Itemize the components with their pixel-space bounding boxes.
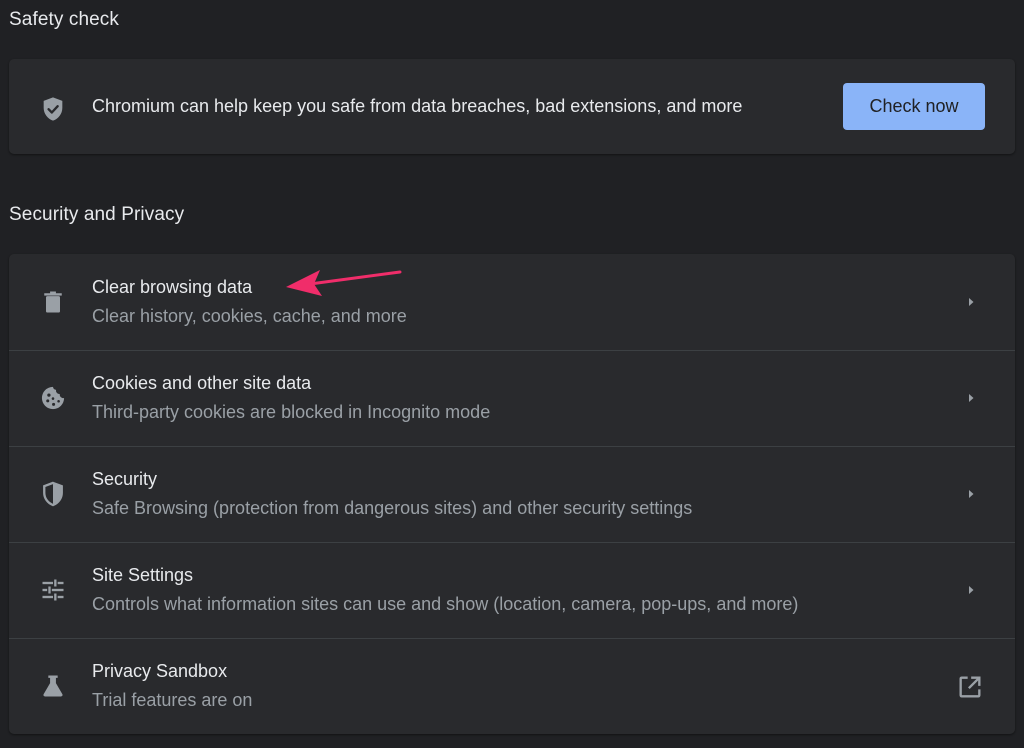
site-settings-row[interactable]: Site Settings Controls what information … — [9, 542, 1015, 638]
row-title: Cookies and other site data — [92, 373, 312, 393]
safety-check-description: Chromium can help keep you safe from dat… — [92, 96, 743, 116]
privacy-sandbox-row[interactable]: Privacy Sandbox Trial features are on — [9, 638, 1015, 734]
cookie-icon — [41, 386, 65, 410]
chevron-right-icon — [969, 490, 974, 498]
row-title: Clear browsing data — [92, 277, 253, 297]
check-now-button[interactable]: Check now — [843, 83, 985, 130]
tune-sliders-icon — [42, 579, 64, 601]
row-title: Security — [92, 469, 158, 489]
trash-icon — [44, 291, 62, 313]
row-title: Privacy Sandbox — [92, 661, 228, 681]
chevron-right-icon — [969, 298, 974, 306]
row-subtitle: Third-party cookies are blocked in Incog… — [92, 402, 491, 422]
row-subtitle: Controls what information sites can use … — [92, 594, 799, 614]
row-subtitle: Trial features are on — [92, 690, 253, 710]
security-privacy-heading: Security and Privacy — [9, 204, 185, 225]
row-title: Site Settings — [92, 565, 194, 585]
safety-check-card: Chromium can help keep you safe from dat… — [9, 59, 1015, 154]
row-subtitle: Clear history, cookies, cache, and more — [92, 306, 407, 326]
flask-icon — [43, 675, 63, 697]
chevron-right-icon — [969, 394, 974, 402]
row-subtitle: Safe Browsing (protection from dangerous… — [92, 498, 693, 518]
chevron-right-icon — [969, 586, 974, 594]
safety-check-heading: Safety check — [9, 9, 119, 30]
open-in-new-icon[interactable] — [956, 673, 984, 701]
security-row[interactable]: Security Safe Browsing (protection from … — [9, 446, 1015, 542]
shield-half-icon — [43, 481, 63, 507]
cookies-site-data-row[interactable]: Cookies and other site data Third-party … — [9, 350, 1015, 446]
security-privacy-card: Clear browsing data Clear history, cooki… — [9, 254, 1015, 734]
clear-browsing-data-row[interactable]: Clear browsing data Clear history, cooki… — [9, 254, 1015, 350]
shield-check-icon — [43, 97, 63, 121]
